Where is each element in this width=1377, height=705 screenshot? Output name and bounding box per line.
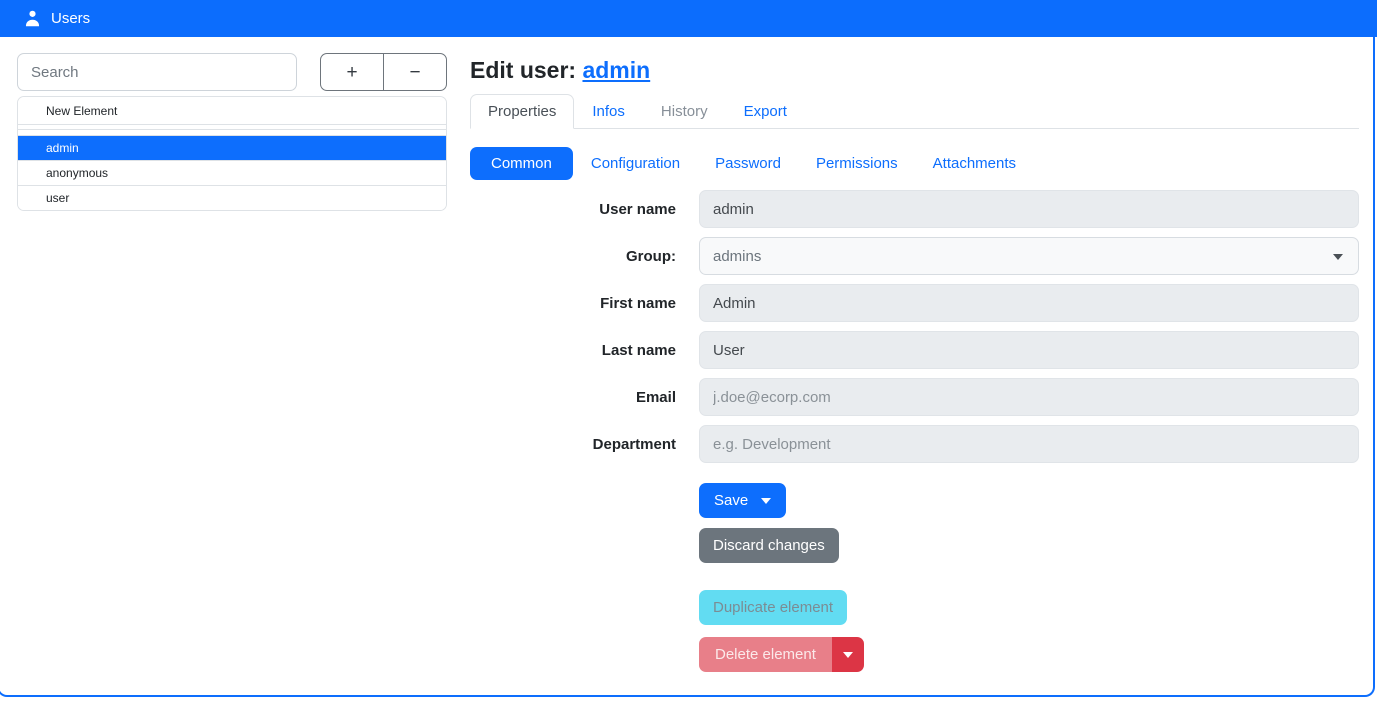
save-button[interactable]: Save — [699, 483, 786, 518]
delete-element-button: Delete element — [699, 637, 832, 672]
sidebar: + − New Element admin anonymous user — [17, 53, 447, 695]
page-title: Edit user: admin — [470, 57, 1359, 84]
app-header: Users — [0, 0, 1377, 37]
pill-password[interactable]: Password — [698, 147, 798, 180]
tab-bar: Properties Infos History Export — [470, 94, 1359, 129]
delete-dropdown-button[interactable] — [832, 637, 864, 672]
email-label: Email — [470, 389, 676, 406]
search-input[interactable] — [17, 53, 297, 91]
group-select[interactable]: admins — [699, 237, 1359, 275]
group-select-value: admins — [713, 248, 761, 265]
user-list: New Element admin anonymous user — [17, 96, 447, 211]
list-toolbar: + − — [320, 53, 447, 91]
page-title-prefix: Edit user: — [470, 57, 582, 83]
content-frame: + − New Element admin anonymous user Edi… — [0, 37, 1375, 697]
remove-element-button[interactable]: − — [383, 53, 447, 91]
list-item-admin[interactable]: admin — [18, 136, 446, 161]
department-label: Department — [470, 436, 676, 453]
app-title: Users — [51, 10, 90, 27]
caret-down-icon — [843, 652, 853, 658]
list-item-new-element[interactable]: New Element — [18, 97, 446, 125]
edited-user-link[interactable]: admin — [582, 57, 650, 83]
firstname-field[interactable] — [699, 284, 1359, 322]
tab-infos[interactable]: Infos — [574, 94, 643, 129]
discard-changes-button[interactable]: Discard changes — [699, 528, 839, 563]
pill-bar: Common Configuration Password Permission… — [470, 147, 1359, 180]
lastname-field[interactable] — [699, 331, 1359, 369]
pill-permissions[interactable]: Permissions — [799, 147, 915, 180]
edit-panel: Edit user: admin Properties Infos Histor… — [470, 53, 1359, 695]
group-label: Group: — [470, 248, 676, 265]
list-item-anonymous[interactable]: anonymous — [18, 161, 446, 186]
action-buttons: Save Discard changes Duplicate element D… — [699, 472, 1359, 672]
username-label: User name — [470, 201, 676, 218]
tab-export[interactable]: Export — [726, 94, 805, 129]
user-icon — [23, 9, 42, 28]
tab-history: History — [643, 94, 726, 129]
list-item-user[interactable]: user — [18, 186, 446, 210]
add-element-button[interactable]: + — [320, 53, 383, 91]
username-field[interactable] — [699, 190, 1359, 228]
delete-split-button: Delete element — [699, 637, 1359, 672]
save-button-label: Save — [714, 492, 748, 509]
duplicate-element-button: Duplicate element — [699, 590, 847, 625]
pill-common[interactable]: Common — [470, 147, 573, 180]
firstname-label: First name — [470, 295, 676, 312]
user-form: User name Group: admins First name Last … — [470, 190, 1359, 463]
department-field[interactable] — [699, 425, 1359, 463]
email-field[interactable] — [699, 378, 1359, 416]
caret-down-icon — [761, 498, 771, 504]
lastname-label: Last name — [470, 342, 676, 359]
tab-properties[interactable]: Properties — [470, 94, 574, 129]
pill-attachments[interactable]: Attachments — [916, 147, 1033, 180]
pill-configuration[interactable]: Configuration — [574, 147, 697, 180]
caret-down-icon — [1333, 254, 1343, 260]
